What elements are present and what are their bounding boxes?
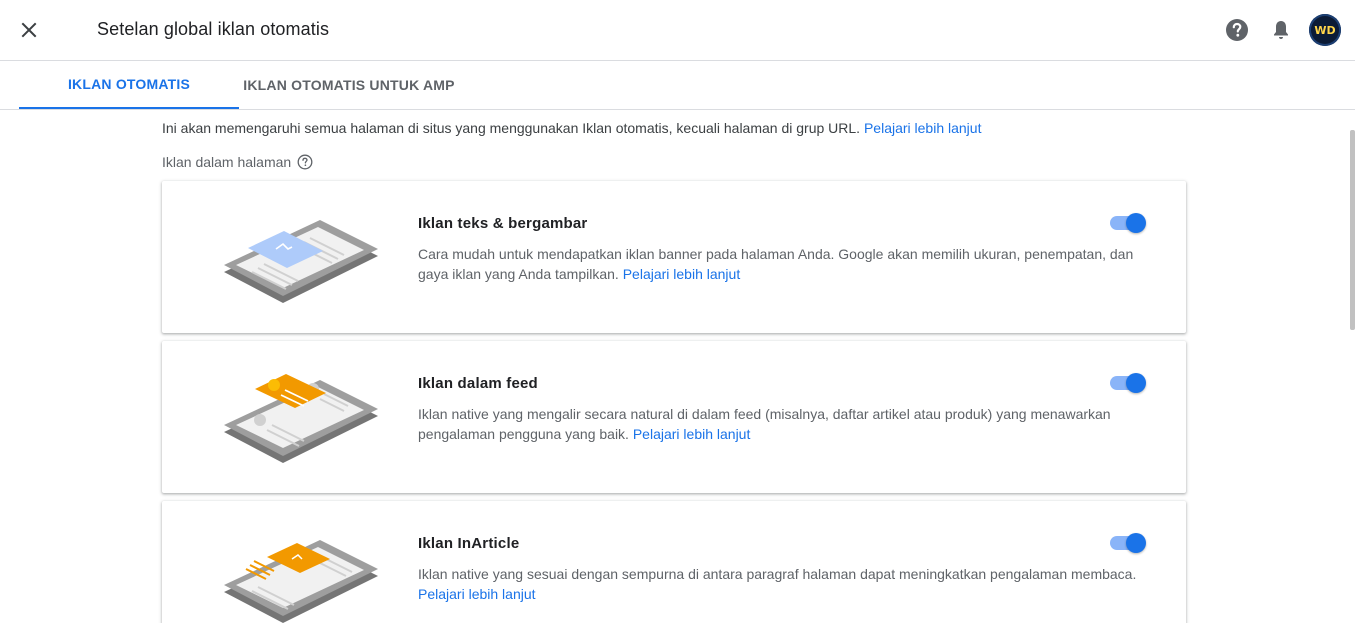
close-button[interactable] [16,17,42,43]
question-circle-icon[interactable] [297,154,313,170]
card-learn-more-link[interactable]: Pelajari lebih lanjut [623,266,741,282]
card-learn-more-link[interactable]: Pelajari lebih lanjut [633,426,751,442]
help-button[interactable] [1225,18,1249,42]
card-text-display-ads: Iklan teks & bergambar Cara mudah untuk … [162,181,1186,333]
tab-iklan-otomatis[interactable]: IKLAN OTOMATIS [19,61,239,109]
card-title: Iklan dalam feed [418,375,538,392]
top-header: Setelan global iklan otomatis WD [0,0,1355,61]
card-description-text: Iklan native yang mengalir secara natura… [418,406,1111,442]
notifications-button[interactable] [1269,18,1293,42]
bell-icon [1274,21,1288,39]
section-label-text: Iklan dalam halaman [162,154,292,170]
intro-learn-more-link[interactable]: Pelajari lebih lanjut [864,120,982,136]
account-avatar[interactable]: WD [1309,14,1341,46]
card-learn-more-link[interactable]: Pelajari lebih lanjut [418,586,536,602]
card-description-text: Cara mudah untuk mendapatkan iklan banne… [418,246,1134,282]
in-article-ads-toggle[interactable] [1108,533,1146,553]
intro-text: Ini akan memengaruhi semua halaman di si… [162,120,981,136]
page-title: Setelan global iklan otomatis [97,19,330,39]
card-description: Iklan native yang mengalir secara natura… [418,404,1148,444]
phone-in-article-ad-illustration [224,540,378,623]
help-icon [1226,19,1248,41]
toggle-thumb [1126,213,1146,233]
card-title: Iklan InArticle [418,535,520,552]
auto-ads-settings-page: Setelan global iklan otomatis WD IKLAN O… [0,0,1355,623]
phone-in-feed-ad-illustration [224,374,378,463]
close-icon [21,22,37,38]
card-in-article-ads: Iklan InArticle Iklan native yang sesuai… [162,501,1186,623]
text-display-ads-toggle[interactable] [1108,213,1146,233]
avatar-initials: WD [1314,23,1336,37]
card-description-text: Iklan native yang sesuai dengan sempurna… [418,566,1137,582]
phone-banner-ad-illustration [224,220,378,303]
intro-body: Ini akan memengaruhi semua halaman di si… [162,120,861,136]
toggle-thumb [1126,533,1146,553]
toggle-thumb [1126,373,1146,393]
vertical-scrollbar[interactable] [1350,130,1355,330]
card-in-feed-ads: Iklan dalam feed Iklan native yang menga… [162,341,1186,493]
card-description: Cara mudah untuk mendapatkan iklan banne… [418,244,1148,284]
tab-iklan-otomatis-amp[interactable]: IKLAN OTOMATIS UNTUK AMP [239,61,459,109]
card-description: Iklan native yang sesuai dengan sempurna… [418,564,1148,604]
section-label: Iklan dalam halaman [162,154,313,170]
card-title: Iklan teks & bergambar [418,215,588,232]
tab-bar: IKLAN OTOMATIS IKLAN OTOMATIS UNTUK AMP [0,61,1355,110]
in-feed-ads-toggle[interactable] [1108,373,1146,393]
